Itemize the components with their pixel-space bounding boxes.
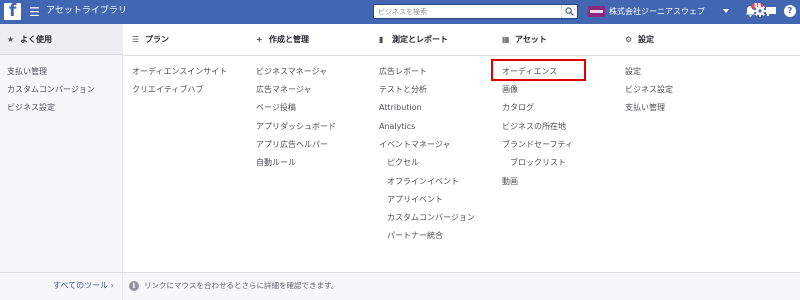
info-icon: i (129, 281, 139, 291)
hamburger-icon[interactable]: ☰ (29, 5, 40, 19)
business-name[interactable]: 株式会社ジーニアスウェブ (609, 6, 705, 17)
menu-item-app-ads-helper[interactable]: アプリ広告ヘルパー (256, 140, 328, 150)
bar-chart-icon: ▮ (379, 35, 384, 44)
menu-item-catalogs[interactable]: カタログ (502, 103, 534, 113)
menu-item-business-settings-2[interactable]: ビジネス設定 (625, 85, 673, 95)
menu-item-creative-hub[interactable]: クリエイティブハブ (132, 85, 203, 95)
highlight-box (491, 59, 586, 81)
settings-title: ⚙ 設定 (625, 35, 654, 44)
list-icon: ☰ (132, 35, 140, 44)
menu-item-partner-integrations[interactable]: パートナー統合 (387, 231, 443, 241)
star-icon: ★ (7, 35, 15, 44)
menu-item-settings[interactable]: 設定 (625, 67, 641, 77)
business-avatar[interactable] (588, 6, 605, 17)
flag-icon[interactable] (766, 7, 776, 16)
menu-item-business-settings[interactable]: ビジネス設定 (7, 103, 55, 113)
frequently-used-column (0, 24, 123, 272)
menu-item-app-dashboard[interactable]: アプリダッシュボード (256, 122, 336, 132)
plan-title: ☰ プラン (132, 35, 169, 44)
menu-item-page-posts[interactable]: ページ投稿 (256, 103, 296, 113)
header-divider (123, 55, 800, 56)
menu-item-attribution[interactable]: Attribution (379, 103, 422, 113)
menu-item-ads-reporting[interactable]: 広告レポート (379, 67, 427, 77)
menu-item-audience-insights[interactable]: オーディエンスインサイト (132, 67, 227, 77)
menu-item-videos[interactable]: 動画 (502, 177, 518, 187)
facebook-logo-icon[interactable]: f (4, 3, 21, 20)
menu-item-brand-safety[interactable]: ブランドセーフティ (502, 140, 573, 150)
search-button[interactable] (561, 5, 577, 18)
menu-item-analytics[interactable]: Analytics (379, 122, 415, 132)
tools-menu: ★ よく使用 ☰ プラン + 作成と管理 ▮ 測定とレポート ▦ アセット ⚙ 設定 支払い… (0, 24, 800, 272)
menu-item-offline-events[interactable]: オフラインイベント (387, 177, 459, 187)
menu-item-custom-conversions[interactable]: カスタムコンバージョン (7, 85, 95, 95)
top-navigation-bar: f ☰ アセットライブラリ 株式会社ジーニアスウェブ 88 ? (0, 0, 800, 24)
frequently-used-title: ★ よく使用 (7, 35, 52, 44)
gear-icon: ⚙ (625, 35, 633, 44)
search-input[interactable] (374, 5, 559, 18)
business-search (373, 4, 578, 19)
menu-item-pixels[interactable]: ピクセル (387, 158, 419, 168)
menu-item-payments-2[interactable]: 支払い管理 (625, 103, 665, 113)
menu-item-ads-manager[interactable]: 広告マネージャ (256, 85, 311, 95)
help-icon[interactable]: ? (784, 5, 796, 17)
measure-report-title: ▮ 測定とレポート (379, 35, 448, 44)
footer-hint-text: リンクにマウスを合わせるとさらに詳細を確認できます。 (144, 281, 339, 290)
menu-footer: すべてのツール › i リンクにマウスを合わせるとさらに詳細を確認できます。 (0, 272, 800, 300)
grid-icon: ▦ (502, 35, 510, 44)
menu-item-payments[interactable]: 支払い管理 (7, 67, 47, 77)
menu-item-business-locations[interactable]: ビジネスの所在地 (502, 122, 566, 132)
plus-icon: + (256, 35, 263, 44)
gear-icon[interactable] (754, 5, 766, 17)
assets-title: ▦ アセット (502, 35, 547, 44)
menu-item-block-lists[interactable]: ブロックリスト (510, 158, 566, 168)
menu-item-app-events[interactable]: アプリイベント (387, 195, 443, 205)
menu-item-test-and-learn[interactable]: テストと分析 (379, 85, 427, 95)
all-tools-link[interactable]: すべてのツール › (53, 281, 114, 291)
menu-item-automated-rules[interactable]: 自動ルール (256, 158, 296, 168)
chevron-down-icon[interactable] (723, 9, 729, 13)
app-title[interactable]: アセットライブラリ (46, 6, 127, 17)
create-manage-title: + 作成と管理 (256, 35, 309, 44)
search-icon (565, 7, 574, 16)
menu-item-images[interactable]: 画像 (502, 85, 518, 95)
menu-item-events-manager[interactable]: イベントマネージャ (379, 140, 450, 150)
menu-item-business-manager[interactable]: ビジネスマネージャ (256, 67, 327, 77)
menu-item-custom-conversions-events[interactable]: カスタムコンバージョン (387, 213, 475, 223)
